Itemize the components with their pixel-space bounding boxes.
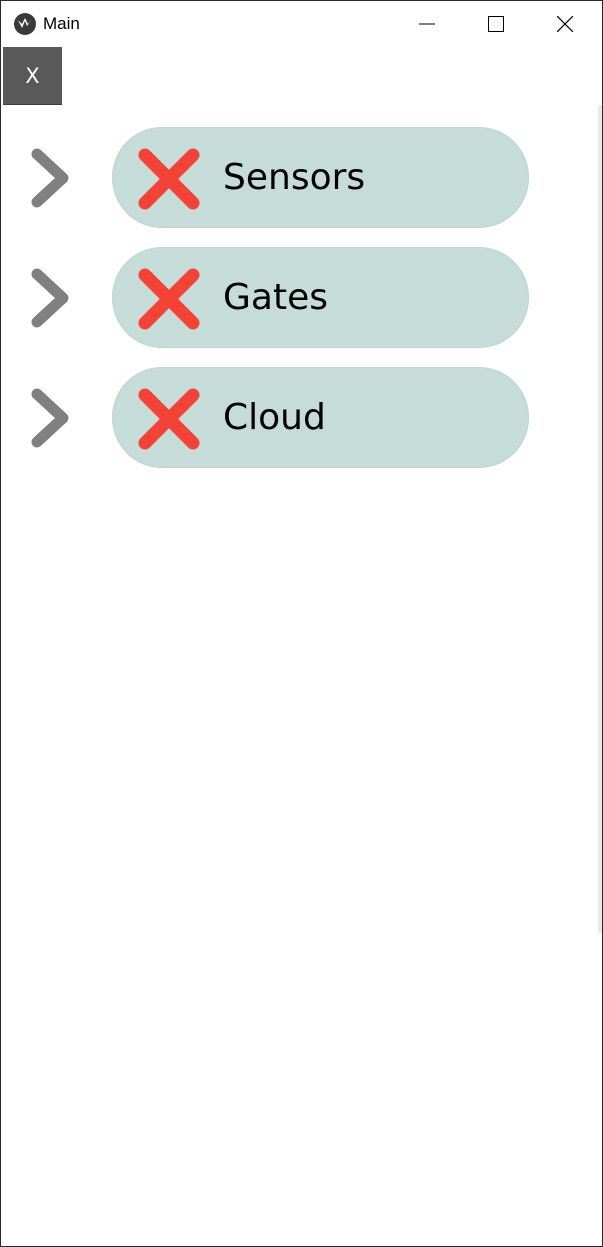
window-title: Main: [43, 14, 80, 33]
chevron-right-icon[interactable]: [31, 148, 71, 208]
chevron-right-icon[interactable]: [31, 268, 71, 328]
maximize-icon: [488, 16, 504, 32]
item-label: Gates: [223, 277, 328, 318]
close-icon: [557, 16, 573, 32]
item-label: Cloud: [223, 397, 326, 438]
scrollbar[interactable]: [598, 105, 602, 933]
list-item: Sensors: [1, 127, 561, 229]
item-label: Sensors: [223, 157, 366, 198]
item-button-cloud[interactable]: Cloud: [112, 367, 529, 468]
close-x-button[interactable]: X: [3, 47, 62, 105]
app-logo-icon: [14, 13, 36, 35]
chevron-right-icon[interactable]: [31, 388, 71, 448]
app-window: Main X Sensors Gates Cloud: [0, 0, 603, 1247]
minimize-button[interactable]: [393, 1, 461, 47]
error-x-icon: [137, 387, 201, 451]
item-button-gates[interactable]: Gates: [112, 247, 529, 348]
list-item: Cloud: [1, 367, 561, 469]
item-button-sensors[interactable]: Sensors: [112, 127, 529, 228]
error-x-icon: [137, 147, 201, 211]
maximize-button[interactable]: [462, 1, 530, 47]
minimize-icon: [419, 23, 435, 25]
list-item: Gates: [1, 247, 561, 349]
window-close-button[interactable]: [531, 1, 599, 47]
error-x-icon: [137, 267, 201, 331]
title-bar[interactable]: Main: [1, 1, 602, 47]
